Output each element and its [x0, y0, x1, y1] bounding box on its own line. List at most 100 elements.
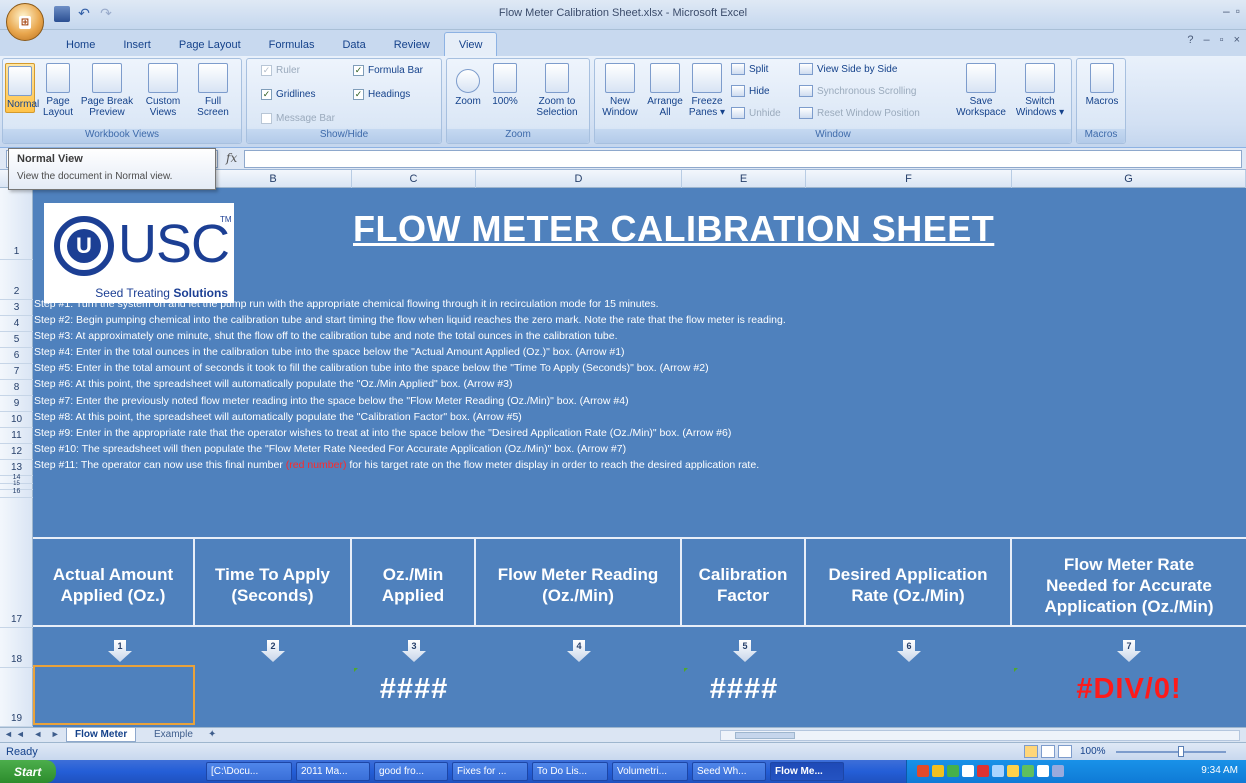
save-workspace-button[interactable]: Save Workspace	[951, 63, 1011, 118]
tray-icon[interactable]	[1052, 765, 1064, 777]
page-break-preview-button[interactable]: Page Break Preview	[79, 63, 135, 118]
split-icon	[731, 63, 745, 75]
tab-page-layout[interactable]: Page Layout	[165, 33, 255, 56]
page-break-view-icon[interactable]	[1058, 745, 1072, 758]
full-screen-button[interactable]: Full Screen	[191, 63, 235, 118]
taskbar-item[interactable]: To Do Lis...	[532, 762, 608, 781]
row-header[interactable]: 7	[0, 364, 33, 380]
flow-meter-rate-value[interactable]: #DIV/0!	[1012, 673, 1246, 706]
tray-icon[interactable]	[962, 765, 974, 777]
view-side-by-side-button[interactable]: View Side by Side	[799, 63, 897, 75]
taskbar-item[interactable]: Fixes for ...	[452, 762, 528, 781]
minimize-icon[interactable]: –	[1223, 4, 1230, 18]
column-header-c[interactable]: C	[352, 170, 476, 188]
ribbon-close-icon[interactable]: ×	[1234, 34, 1240, 46]
scroll-thumb[interactable]	[735, 732, 795, 739]
oz-min-applied-value[interactable]: ####	[352, 673, 476, 706]
tray-icon[interactable]	[932, 765, 944, 777]
headings-checkbox[interactable]: ✓ Headings	[353, 89, 410, 100]
insert-sheet-icon[interactable]: ✦	[200, 728, 224, 742]
column-header-b[interactable]: B	[195, 170, 352, 188]
message-bar-checkbox[interactable]: Message Bar	[261, 113, 335, 124]
reset-window-position-button[interactable]: Reset Window Position	[799, 107, 920, 119]
column-header-f[interactable]: F	[806, 170, 1012, 188]
taskbar-item[interactable]: Seed Wh...	[692, 762, 766, 781]
worksheet[interactable]: U USC TM Seed Treating Solutions FLOW ME…	[33, 188, 1246, 727]
row-header[interactable]: 9	[0, 396, 33, 412]
taskbar-item[interactable]: [C:\Docu...	[206, 762, 292, 781]
row-header[interactable]: 3	[0, 300, 33, 316]
tray-icon[interactable]	[992, 765, 1004, 777]
formula-input[interactable]	[244, 150, 1242, 168]
office-button[interactable]: ⊞	[6, 3, 44, 41]
row-header[interactable]: 11	[0, 428, 33, 444]
tab-insert[interactable]: Insert	[109, 33, 165, 56]
page-layout-view-icon[interactable]	[1041, 745, 1055, 758]
zoom-slider-knob[interactable]	[1178, 746, 1184, 757]
zoom-slider[interactable]	[1116, 751, 1226, 753]
sheet-tab-flow-meter[interactable]: Flow Meter	[66, 728, 137, 742]
row-header[interactable]: 6	[0, 348, 33, 364]
split-button[interactable]: Split	[731, 63, 768, 75]
arrange-all-button[interactable]: Arrange All	[645, 63, 685, 118]
taskbar-item[interactable]: 2011 Ma...	[296, 762, 370, 781]
column-header-d[interactable]: D	[476, 170, 682, 188]
normal-view-button[interactable]: Normal	[5, 63, 39, 113]
tray-icon[interactable]	[977, 765, 989, 777]
synchronous-scrolling-button[interactable]: Synchronous Scrolling	[799, 85, 917, 97]
row-header[interactable]: 4	[0, 316, 33, 332]
row-header[interactable]: 10	[0, 412, 33, 428]
custom-views-button[interactable]: Custom Views	[143, 63, 183, 118]
column-header-g[interactable]: G	[1012, 170, 1246, 188]
page-layout-button[interactable]: Page Layout	[41, 63, 75, 118]
unhide-button[interactable]: Unhide	[731, 107, 781, 119]
sheet-tab-example[interactable]: Example	[146, 728, 201, 742]
tray-icon[interactable]	[1007, 765, 1019, 777]
gridlines-checkbox[interactable]: ✓ Gridlines	[261, 89, 315, 100]
zoom-100-button[interactable]: 100%	[489, 63, 521, 107]
restore-icon[interactable]: ▫	[1236, 4, 1240, 18]
hide-button[interactable]: Hide	[731, 85, 770, 97]
tab-view[interactable]: View	[443, 32, 498, 56]
row-header[interactable]: 12	[0, 444, 33, 460]
row-header[interactable]: 5	[0, 332, 33, 348]
tab-home[interactable]: Home	[52, 33, 109, 56]
ribbon-minimize-icon[interactable]: –	[1204, 34, 1210, 46]
column-header-e[interactable]: E	[682, 170, 806, 188]
help-icon[interactable]: ?	[1187, 34, 1193, 46]
row-header[interactable]: 18	[0, 628, 33, 668]
taskbar-item[interactable]: Volumetri...	[612, 762, 688, 781]
zoom-button[interactable]: Zoom	[451, 63, 485, 107]
taskbar-item[interactable]: good fro...	[374, 762, 448, 781]
tab-review[interactable]: Review	[380, 33, 444, 56]
start-button[interactable]: Start	[0, 760, 56, 783]
ruler-checkbox[interactable]: ✓ Ruler	[261, 65, 300, 76]
calibration-factor-value[interactable]: ####	[682, 673, 806, 706]
normal-view-icon[interactable]	[1024, 745, 1038, 758]
tray-icon[interactable]	[947, 765, 959, 777]
tray-icon[interactable]	[1022, 765, 1034, 777]
horizontal-scrollbar[interactable]	[720, 730, 1240, 741]
clock[interactable]: 9:34 AM	[1201, 765, 1238, 776]
row-header[interactable]: 17	[0, 498, 33, 628]
ribbon-restore-icon[interactable]: ▫	[1220, 34, 1224, 46]
row-header[interactable]: 16	[0, 488, 33, 498]
new-window-button[interactable]: New Window	[599, 63, 641, 118]
fx-icon[interactable]: fx	[226, 151, 237, 165]
tab-data[interactable]: Data	[328, 33, 379, 56]
actual-amount-input-cell[interactable]	[33, 665, 195, 725]
row-header[interactable]: 19	[0, 668, 33, 727]
row-header[interactable]: 8	[0, 380, 33, 396]
zoom-to-selection-button[interactable]: Zoom to Selection	[529, 63, 585, 118]
macros-button[interactable]: Macros	[1083, 63, 1121, 107]
row-header[interactable]: 2	[0, 260, 33, 300]
freeze-panes-button[interactable]: Freeze Panes ▾	[687, 63, 727, 118]
row-header[interactable]: 1	[0, 188, 33, 260]
tray-icon[interactable]	[917, 765, 929, 777]
switch-windows-button[interactable]: Switch Windows ▾	[1011, 63, 1069, 118]
tray-icon[interactable]	[1037, 765, 1049, 777]
formula-bar-checkbox[interactable]: ✓ Formula Bar	[353, 65, 423, 76]
zoom-level[interactable]: 100%	[1080, 746, 1106, 757]
taskbar-item-active[interactable]: Flow Me...	[770, 762, 844, 781]
tab-formulas[interactable]: Formulas	[255, 33, 329, 56]
